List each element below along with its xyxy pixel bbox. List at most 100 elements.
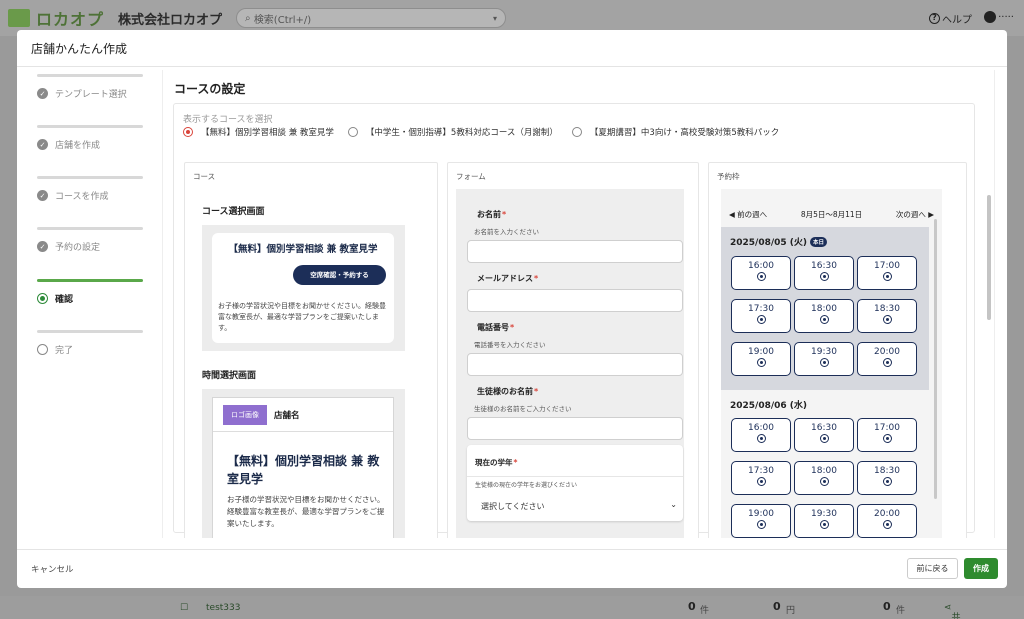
time-select-card: ロゴ画像 店舗名 【無料】個別学習相談 兼 教室見学 お子様の学習状況や目標をお… — [212, 397, 394, 538]
slot-time: 17:00 — [874, 261, 900, 271]
step-course[interactable]: ✓ コースを作成 — [37, 176, 143, 202]
available-icon — [819, 477, 829, 486]
create-button[interactable]: 作成 — [964, 558, 998, 579]
step-confirm[interactable]: 確認 — [37, 279, 143, 305]
prev-week-button[interactable]: ◀ 前の週へ — [729, 209, 767, 220]
time-slot[interactable]: 16:00 — [731, 256, 791, 290]
grade-select[interactable]: 選択してください — [481, 501, 545, 512]
step-bar — [37, 330, 143, 333]
step-bar — [37, 125, 143, 128]
form-preview-column: フォーム お名前* お名前を入力ください メールアドレス* 電話番号* 電話番号… — [447, 162, 699, 538]
section-title: コースの設定 — [174, 82, 246, 96]
day-block-0805: 2025/08/05 (火) 本日 16:00 16:30 17:00 17:3… — [721, 227, 929, 390]
grade-label-text: 現在の学年 — [475, 458, 513, 467]
slot-time: 17:30 — [748, 304, 774, 314]
help-icon: ? — [929, 13, 940, 24]
cancel-button[interactable]: キャンセル — [31, 563, 74, 575]
time-slot[interactable]: 19:30 — [794, 504, 854, 538]
student-name-label: 生徒様のお名前* — [477, 386, 538, 397]
day-block-0806: 2025/08/06 (水) 16:00 16:30 17:00 17:30 1… — [721, 390, 929, 538]
user-icon — [984, 11, 997, 23]
course-option-3[interactable]: 【夏期講習】中3向け・高校受験対策5教科パック — [571, 126, 779, 138]
student-label-text: 生徒様のお名前 — [477, 387, 533, 396]
step-store[interactable]: ✓ 店舗を作成 — [37, 125, 143, 151]
course-select-screen-title: コース選択画面 — [202, 207, 265, 217]
time-slot[interactable]: 16:30 — [794, 418, 854, 452]
search-input[interactable]: ⌕ 検索(Ctrl+/) ▾ — [236, 8, 507, 28]
step-reservation[interactable]: ✓ 予約の設定 — [37, 227, 143, 253]
bg-row-checkbox[interactable]: ☐ — [180, 603, 188, 613]
available-icon — [882, 434, 892, 443]
student-name-input[interactable] — [467, 417, 683, 440]
user-label: ····· — [998, 11, 1014, 23]
email-label-text: メールアドレス — [477, 274, 533, 283]
time-slot[interactable]: 17:30 — [731, 299, 791, 333]
availability-button[interactable]: 空席確認・予約する — [293, 265, 386, 285]
help-button[interactable]: ? ヘルプ — [929, 11, 972, 26]
day-title: 2025/08/05 (火) 本日 — [730, 235, 828, 248]
time-select-preview: ロゴ画像 店舗名 【無料】個別学習相談 兼 教室見学 お子様の学習状況や目標をお… — [202, 389, 405, 538]
time-slot[interactable]: 17:00 — [857, 256, 917, 290]
course-option-2[interactable]: 【中学生・個別指導】5教科対応コース（月謝制） — [347, 126, 558, 138]
name-hint: お名前を入力ください — [474, 228, 539, 236]
time-slot[interactable]: 18:00 — [794, 461, 854, 495]
search-icon: ⌕ — [245, 12, 254, 24]
time-slot[interactable]: 18:30 — [857, 461, 917, 495]
slots-scrollbar[interactable] — [934, 219, 937, 499]
app-logo[interactable]: ロカオプ — [8, 6, 104, 30]
slot-time: 18:30 — [874, 304, 900, 314]
time-slot[interactable]: 18:00 — [794, 299, 854, 333]
time-select-screen-title: 時間選択画面 — [202, 371, 257, 381]
modal-header-divider — [17, 66, 1007, 67]
content-scrollbar[interactable] — [987, 195, 991, 320]
name-input[interactable] — [467, 240, 683, 263]
grade-label: 現在の学年* — [475, 457, 517, 468]
chevron-down-icon: ▾ — [493, 13, 498, 23]
course-detail-title: 【無料】個別学習相談 兼 教室見学 — [227, 454, 380, 486]
available-icon — [756, 315, 766, 324]
time-slot[interactable]: 18:30 — [857, 299, 917, 333]
time-slot[interactable]: 16:30 — [794, 256, 854, 290]
time-slot[interactable]: 17:30 — [731, 461, 791, 495]
bg-row-name[interactable]: test333 — [206, 603, 240, 613]
radio-icon — [571, 127, 582, 137]
logo-placeholder: ロゴ画像 — [223, 404, 267, 425]
time-slot[interactable]: 16:00 — [731, 418, 791, 452]
column-label: コース — [193, 172, 216, 181]
available-icon — [756, 520, 766, 529]
slot-time: 19:00 — [748, 509, 774, 519]
time-slot[interactable]: 19:00 — [731, 504, 791, 538]
course-select-box: 表示するコースを選択 【無料】個別学習相談 兼 教室見学 【中学生・個別指導】5… — [173, 103, 975, 538]
step-label: テンプレート選択 — [55, 90, 127, 100]
course-select-preview: 【無料】個別学習相談 兼 教室見学 空席確認・予約する お子様の学習状況や目標を… — [202, 225, 405, 351]
slot-time: 18:00 — [811, 466, 837, 476]
available-icon — [756, 358, 766, 367]
bg-row-share[interactable]: ⋖ 共有 — [944, 603, 961, 619]
share-label: 共有 — [951, 613, 961, 619]
step-bar — [37, 227, 143, 230]
step-template[interactable]: ✓ テンプレート選択 — [37, 74, 143, 100]
available-icon — [819, 434, 829, 443]
available-icon — [819, 315, 829, 324]
time-slot[interactable]: 20:00 — [857, 342, 917, 376]
step-label: コースを作成 — [55, 192, 109, 202]
phone-input[interactable] — [467, 353, 683, 376]
step-complete[interactable]: 完了 — [37, 330, 143, 356]
time-slot[interactable]: 19:30 — [794, 342, 854, 376]
step-label: 確認 — [55, 295, 74, 305]
today-badge: 本日 — [810, 236, 828, 247]
name-label: お名前* — [477, 209, 506, 220]
step-label: 完了 — [55, 346, 74, 356]
chevron-down-icon[interactable]: ⌄ — [670, 500, 677, 509]
course-option-1[interactable]: 【無料】個別学習相談 兼 教室見学 — [183, 126, 334, 138]
email-input[interactable] — [467, 289, 683, 312]
next-week-button[interactable]: 次の週へ ▶ — [896, 209, 934, 220]
grade-divider — [467, 476, 683, 477]
time-slot[interactable]: 17:00 — [857, 418, 917, 452]
back-button[interactable]: 前に戻る — [907, 558, 958, 579]
bg-row-unit1: 件 — [700, 606, 710, 616]
time-slot[interactable]: 20:00 — [857, 504, 917, 538]
course-radio-group: 【無料】個別学習相談 兼 教室見学 【中学生・個別指導】5教科対応コース（月謝制… — [183, 126, 793, 138]
time-slot[interactable]: 19:00 — [731, 342, 791, 376]
user-menu[interactable]: ····· — [984, 11, 1014, 23]
